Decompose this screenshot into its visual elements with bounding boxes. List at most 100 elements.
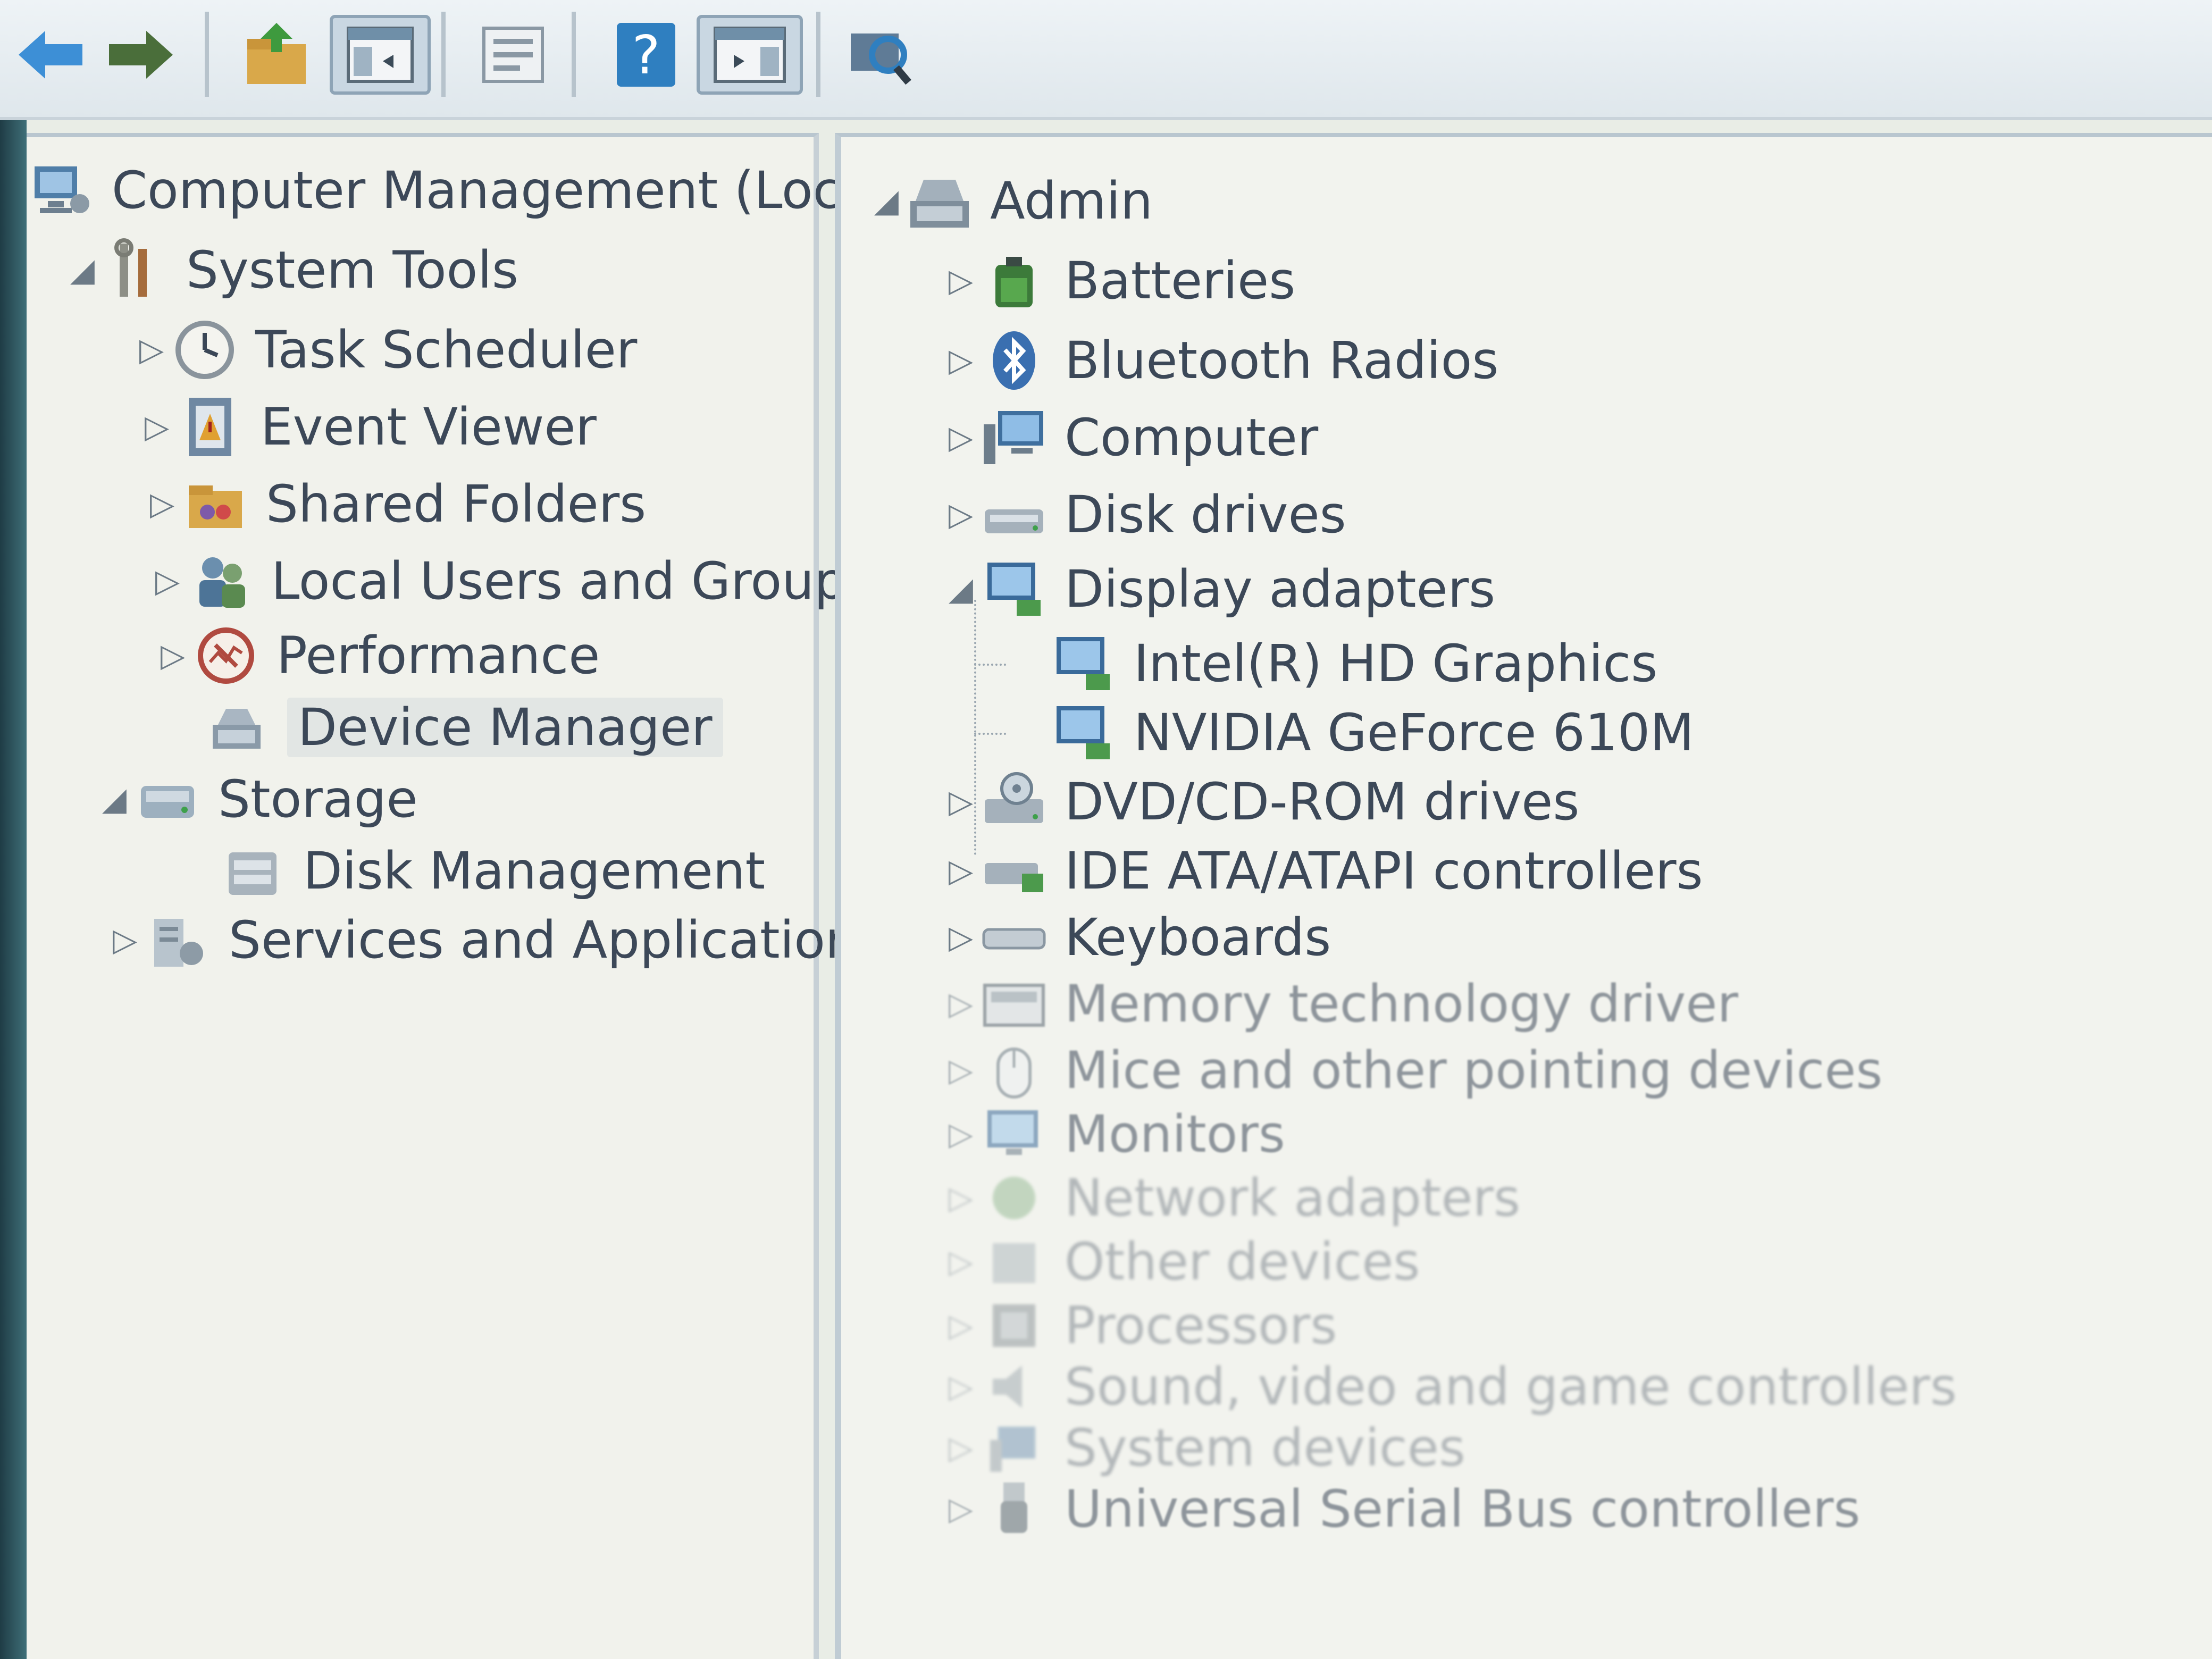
show-hide-tree-button[interactable]	[330, 15, 431, 95]
device-category-label: Disk drives	[1065, 485, 1346, 544]
device-category-label: Memory technology driver	[1065, 974, 1738, 1034]
tree-item-label: Services and Applications	[229, 910, 884, 970]
console-tree-pane[interactable]: Computer Management (Local ◢ System Tool…	[27, 133, 886, 1659]
tree-item-services-and-applications[interactable]: ▷ Services and Applications	[106, 908, 884, 972]
device-category-other-devices[interactable]: ▷ Other devices	[942, 1230, 1420, 1294]
tree-item-performance[interactable]: ▷ Performance	[154, 624, 600, 688]
expand-arrow-icon[interactable]: ▷	[133, 331, 170, 368]
clock-icon	[170, 318, 239, 382]
show-hide-action-pane-button[interactable]	[697, 15, 803, 95]
expand-arrow-icon[interactable]: ▷	[942, 262, 979, 299]
shared-folders-icon	[181, 472, 250, 536]
toolbar-separator	[205, 12, 209, 97]
expand-arrow-icon[interactable]: ▷	[942, 985, 979, 1023]
toolbar-separator	[816, 12, 820, 97]
device-manager-icon	[202, 696, 271, 759]
device-category-network-adapters[interactable]: ▷ Network adapters	[942, 1166, 1520, 1230]
tree-item-label: Local Users and Groups	[271, 551, 874, 611]
tree-item-device-manager[interactable]: Device Manager	[202, 696, 723, 759]
expand-arrow-icon[interactable]: ▷	[942, 1490, 979, 1528]
storage-icon	[133, 767, 202, 831]
device-category-ide-ata-atapi-controllers[interactable]: ▷ IDE ATA/ATAPI controllers	[942, 839, 1703, 903]
tree-item-label: Storage	[218, 769, 418, 829]
device-category-label: Keyboards	[1065, 908, 1331, 967]
help-icon: ?	[617, 23, 675, 87]
device-category-processors[interactable]: ▷ Processors	[942, 1294, 1337, 1358]
help-button[interactable]: ?	[606, 15, 686, 95]
action-pane-icon	[714, 27, 786, 83]
device-category-keyboards[interactable]: ▷ Keyboards	[942, 906, 1331, 969]
up-folder-button[interactable]	[237, 15, 316, 95]
bluetooth-icon	[979, 329, 1049, 392]
device-category-label: Sound, video and game controllers	[1065, 1357, 1957, 1417]
tree-item-shared-folders[interactable]: ▷ Shared Folders	[144, 472, 646, 536]
collapse-arrow-icon[interactable]: ◢	[96, 781, 133, 818]
svg-text:?: ?	[632, 24, 660, 86]
device-category-display-adapters[interactable]: ◢ Display adapters	[942, 557, 1495, 621]
device-category-system-devices[interactable]: ▷ System devices	[942, 1416, 1465, 1480]
device-tree-root-admin[interactable]: ◢ Admin	[868, 169, 1153, 233]
collapse-arrow-icon[interactable]: ◢	[64, 252, 101, 289]
device-category-label: Display adapters	[1065, 559, 1496, 619]
tree-item-local-users-and-groups[interactable]: ▷ Local Users and Groups	[149, 549, 873, 613]
device-tree-pane[interactable]: ◢ Admin ▷ Batteries ▷ Bluetooth Radios ▷…	[835, 133, 2212, 1659]
tree-item-event-viewer[interactable]: ▷ Event Viewer	[138, 395, 597, 459]
device-category-dvd-cd-rom-drives[interactable]: ▷ DVD/CD-ROM drives	[942, 770, 1579, 834]
expand-arrow-icon[interactable]: ▷	[106, 921, 144, 959]
system-tools-icon	[101, 238, 170, 302]
tree-item-system-tools[interactable]: ◢ System Tools	[64, 238, 518, 302]
expand-arrow-icon[interactable]: ▷	[942, 496, 979, 533]
properties-button[interactable]	[468, 15, 558, 95]
device-category-sound-video-and-game-controllers[interactable]: ▷ Sound, video and game controllers	[942, 1355, 1957, 1419]
device-category-disk-drives[interactable]: ▷ Disk drives	[942, 483, 1346, 547]
expand-arrow-icon[interactable]: ▷	[942, 1429, 979, 1467]
expand-arrow-icon[interactable]: ▷	[138, 408, 175, 446]
expand-arrow-icon[interactable]: ▷	[942, 1243, 979, 1280]
expand-arrow-icon[interactable]: ▷	[942, 1307, 979, 1344]
expand-arrow-icon[interactable]: ▷	[154, 637, 191, 674]
device-category-mice-and-other-pointing-devices[interactable]: ▷ Mice and other pointing devices	[942, 1038, 1882, 1102]
expand-arrow-icon[interactable]: ▷	[144, 485, 181, 523]
expand-arrow-icon[interactable]: ▷	[942, 1179, 979, 1217]
device-category-computer[interactable]: ▷ Computer	[942, 406, 1318, 470]
tree-item-label: Disk Management	[303, 841, 766, 901]
expand-arrow-icon[interactable]: ▷	[942, 1368, 979, 1405]
expand-arrow-icon[interactable]: ▷	[942, 852, 979, 890]
tree-root-computer-management[interactable]: Computer Management (Local	[27, 158, 886, 222]
expand-arrow-icon[interactable]: ▷	[942, 1052, 979, 1089]
device-category-memory-technology-driver[interactable]: ▷ Memory technology driver	[942, 972, 1738, 1036]
device-category-monitors[interactable]: ▷ Monitors	[942, 1102, 1285, 1166]
device-category-universal-serial-bus-controllers[interactable]: ▷ Universal Serial Bus controllers	[942, 1477, 1861, 1541]
device-item-intel-hd-graphics[interactable]: Intel(R) HD Graphics	[1049, 632, 1657, 696]
ide-controller-icon	[979, 839, 1049, 903]
device-category-batteries[interactable]: ▷ Batteries	[942, 249, 1295, 313]
scan-hardware-button[interactable]	[840, 15, 920, 95]
device-category-label: Mice and other pointing devices	[1065, 1041, 1883, 1100]
expand-arrow-icon[interactable]: ▷	[942, 342, 979, 379]
speaker-icon	[979, 1355, 1049, 1419]
expand-arrow-icon[interactable]: ▷	[942, 783, 979, 820]
expand-arrow-icon[interactable]: ▷	[149, 563, 186, 600]
system-devices-icon	[979, 1416, 1049, 1480]
expand-arrow-icon[interactable]: ▷	[942, 1116, 979, 1153]
processor-icon	[979, 1294, 1049, 1358]
keyboard-icon	[979, 906, 1049, 969]
forward-button[interactable]	[101, 15, 181, 95]
tree-item-storage[interactable]: ◢ Storage	[96, 767, 418, 831]
device-category-bluetooth-radios[interactable]: ▷ Bluetooth Radios	[942, 329, 1498, 392]
collapse-arrow-icon[interactable]: ◢	[868, 182, 905, 220]
expand-arrow-icon[interactable]: ▷	[942, 419, 979, 456]
computer-icon	[979, 406, 1049, 470]
back-button[interactable]	[11, 15, 90, 95]
device-category-label: Monitors	[1065, 1104, 1285, 1164]
tree-item-disk-management[interactable]: Disk Management	[218, 839, 765, 903]
desktop-background-strip	[0, 120, 27, 1659]
tree-item-task-scheduler[interactable]: ▷ Task Scheduler	[133, 318, 637, 382]
display-adapter-icon	[1049, 701, 1118, 765]
device-item-nvidia-geforce-610m[interactable]: NVIDIA GeForce 610M	[1049, 701, 1694, 765]
collapse-arrow-icon[interactable]: ◢	[942, 571, 979, 608]
device-category-label: Computer	[1065, 408, 1319, 467]
expand-arrow-icon[interactable]: ▷	[942, 919, 979, 956]
properties-icon	[482, 27, 544, 83]
tree-connector-line	[974, 664, 1006, 666]
